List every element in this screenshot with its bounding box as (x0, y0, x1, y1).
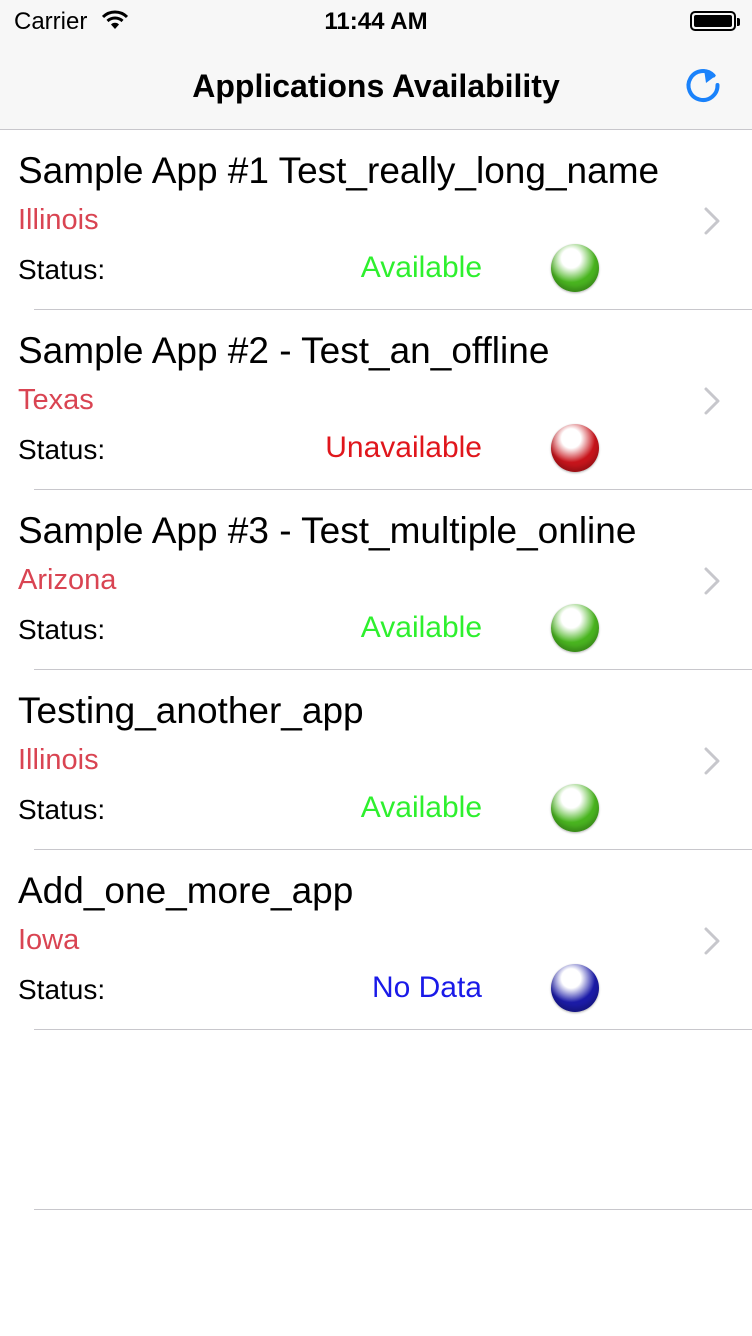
clock: 11:44 AM (324, 8, 428, 35)
status-label: Status: (18, 794, 106, 825)
chevron-right-icon (703, 566, 721, 601)
status-label: Status: (18, 254, 106, 285)
status-indicator-icon (551, 604, 599, 652)
status-indicator-icon (551, 244, 599, 292)
status-bar: Carrier 11:44 AM (0, 0, 752, 44)
app-name: Add_one_more_app (18, 870, 354, 911)
page-title: Applications Availability (192, 68, 560, 104)
applications-list: Sample App #1 Test_really_long_name Illin… (0, 130, 752, 1030)
chevron-right-icon (703, 206, 721, 241)
app-name: Sample App #1 Test_really_long_name (18, 150, 660, 191)
app-location: Texas (18, 384, 94, 416)
empty-row-divider (34, 1209, 752, 1210)
row-divider (34, 1029, 752, 1030)
app-name: Sample App #2 - Test_an_offline (18, 330, 550, 371)
app-location: Arizona (18, 564, 117, 596)
status-value: No Data (371, 971, 482, 1004)
status-label: Status: (18, 434, 106, 465)
app-name: Testing_another_app (18, 690, 364, 731)
app-location: Illinois (18, 744, 99, 776)
status-indicator-icon (551, 784, 599, 832)
refresh-icon (686, 69, 720, 102)
status-value: Unavailable (325, 431, 482, 464)
navigation-bar: Applications Availability (0, 44, 752, 130)
status-value: Available (360, 791, 482, 824)
app-row[interactable]: Sample App #2 - Test_an_offline Texas Stat… (0, 310, 752, 490)
app-name: Sample App #3 - Test_multiple_online (18, 510, 637, 551)
status-label: Status: (18, 614, 106, 645)
status-label: Status: (18, 974, 106, 1005)
app-row[interactable]: Sample App #3 - Test_multiple_online Ariz… (0, 490, 752, 670)
status-value: Available (360, 611, 482, 644)
app-location: Iowa (18, 924, 80, 956)
battery-icon (690, 11, 740, 31)
status-indicator-icon (551, 424, 599, 472)
status-indicator-icon (551, 964, 599, 1012)
chevron-right-icon (703, 386, 721, 421)
chevron-right-icon (703, 746, 721, 781)
app-row[interactable]: Sample App #1 Test_really_long_name Illin… (0, 130, 752, 310)
app-row[interactable]: Testing_another_app Illinois Status: Availa… (0, 670, 752, 850)
app-location: Illinois (18, 204, 99, 236)
refresh-button[interactable] (680, 62, 726, 108)
chevron-right-icon (703, 926, 721, 961)
app-row[interactable]: Add_one_more_app Iowa Status: No Data (0, 850, 752, 1030)
status-value: Available (360, 251, 482, 284)
